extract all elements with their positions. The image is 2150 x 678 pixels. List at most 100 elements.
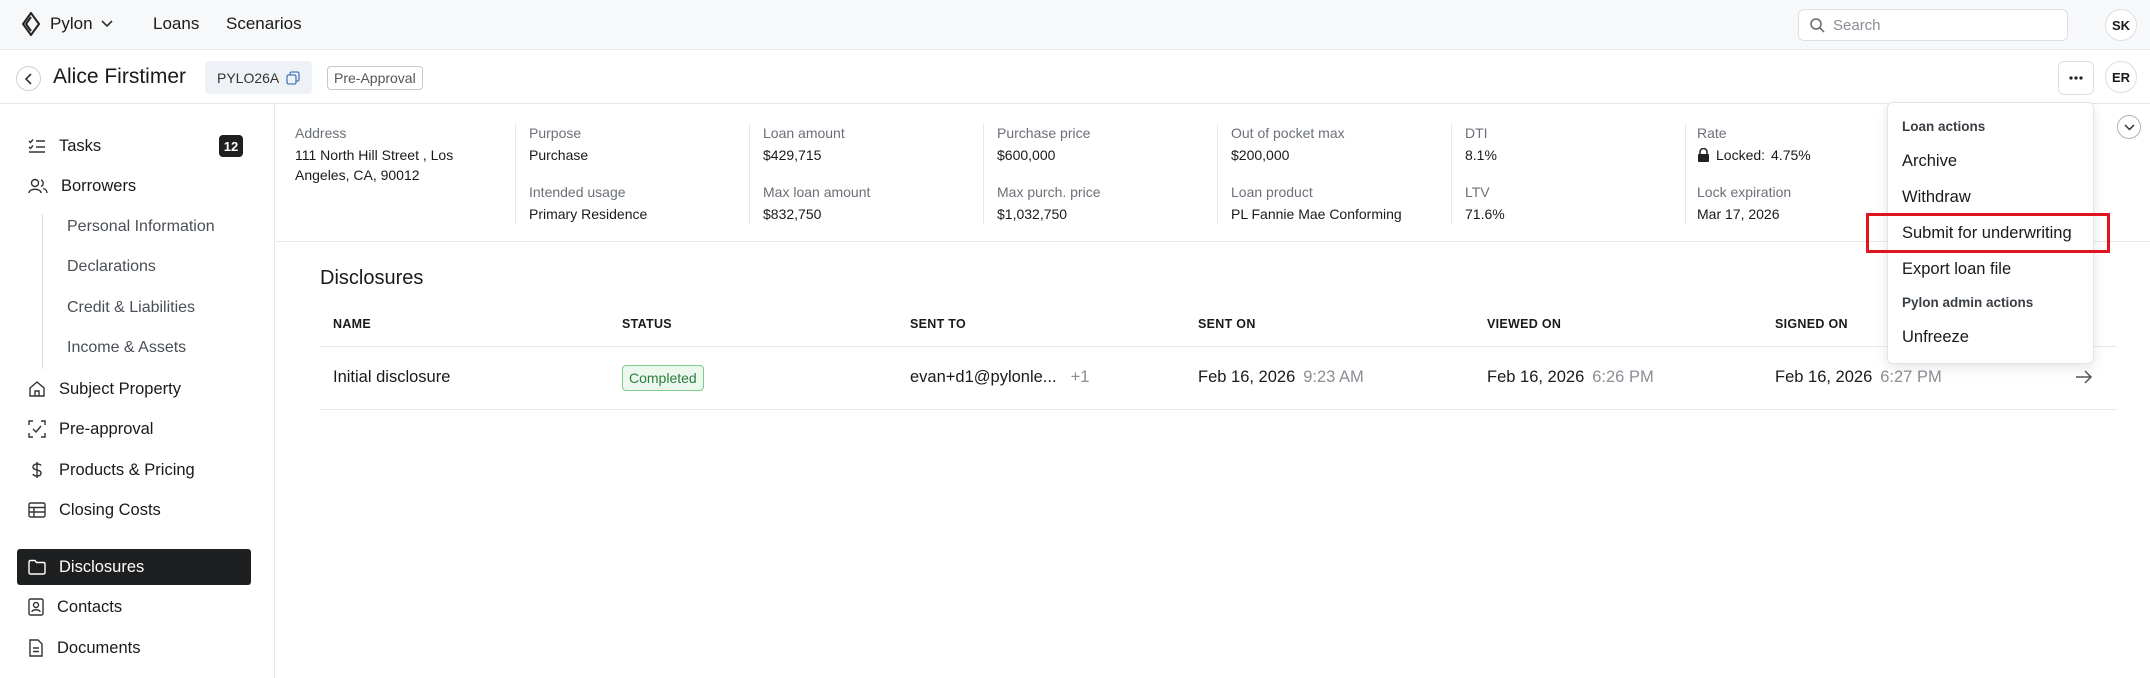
menu-section-header: Loan actions [1902, 119, 1986, 134]
summary-value: $200,000 [1231, 147, 1290, 163]
viewed-on-date: Feb 16, 2026 [1487, 368, 1585, 386]
assignee-avatar[interactable]: ER [2105, 61, 2137, 93]
divider [515, 124, 516, 224]
sidebar-item-pre-approval[interactable]: Pre-approval [17, 411, 251, 447]
divider [749, 124, 750, 224]
user-avatar[interactable]: SK [2105, 9, 2137, 41]
nav-scenarios[interactable]: Scenarios [226, 14, 302, 34]
status-badge: Completed [622, 365, 704, 391]
sent-to-cell: evan+d1@pylonle... +1 [910, 368, 1089, 387]
menu-item-export-loan-file[interactable]: Export loan file [1902, 260, 2011, 279]
sidebar-item-borrowers[interactable]: Borrowers [17, 168, 251, 204]
signed-on-date: Feb 16, 2026 [1775, 368, 1873, 386]
chevron-left-icon [24, 72, 34, 85]
sidebar-item-contacts[interactable]: Contacts [17, 589, 251, 625]
submenu-rail [42, 214, 43, 369]
sidebar: Tasks 12 Borrowers Personal Information … [0, 104, 275, 678]
divider [1685, 124, 1686, 224]
summary-value: Primary Residence [529, 206, 648, 222]
rate-value: 4.75% [1771, 147, 1811, 163]
summary-label: Intended usage [529, 184, 626, 200]
summary-value: 71.6% [1465, 206, 1505, 222]
table-header-divider [320, 346, 2117, 347]
stage-badge: Pre-Approval [327, 66, 423, 90]
app-switcher[interactable]: Pylon [20, 12, 113, 36]
sidebar-subitem-personal-information[interactable]: Personal Information [67, 218, 215, 236]
sidebar-item-label: Borrowers [61, 176, 137, 195]
sent-to-extra-count[interactable]: +1 [1071, 368, 1090, 387]
menu-item-unfreeze[interactable]: Unfreeze [1902, 328, 1969, 347]
search-input[interactable] [1833, 16, 2053, 34]
contact-book-icon [28, 598, 44, 616]
summary-out-of-pocket: Out of pocket max $200,000 Loan product … [1231, 124, 1441, 224]
summary-collapse-button[interactable] [2117, 115, 2141, 139]
summary-label: Out of pocket max [1231, 125, 1345, 141]
summary-value: $832,750 [763, 206, 822, 222]
summary-label: DTI [1465, 125, 1488, 141]
viewed-on-time: 6:26 PM [1592, 368, 1654, 386]
search-icon [1809, 17, 1825, 33]
summary-label: Max loan amount [763, 184, 871, 200]
viewed-on-cell: Feb 16, 2026 6:26 PM [1487, 368, 1654, 387]
signed-on-cell: Feb 16, 2026 6:27 PM [1775, 368, 1942, 387]
table-icon [28, 502, 46, 518]
summary-value: $1,032,750 [997, 206, 1068, 222]
loan-id: PYLO26A [217, 69, 280, 86]
borrower-name: Alice Firstimer [53, 65, 187, 88]
home-icon [28, 380, 46, 398]
copy-icon[interactable] [286, 70, 300, 85]
summary-label: LTV [1465, 184, 1490, 200]
sidebar-item-disclosures[interactable]: Disclosures [17, 549, 251, 585]
app-name: Pylon [50, 14, 93, 33]
summary-value: 111 North Hill Street , Los Angeles, CA,… [295, 147, 454, 183]
table-row-divider [320, 409, 2117, 410]
disclosure-name: Initial disclosure [333, 368, 451, 386]
divider [1451, 124, 1452, 224]
sidebar-item-subject-property[interactable]: Subject Property [17, 371, 251, 407]
rate-value-row: Locked: 4.75% [1697, 145, 1877, 165]
menu-item-withdraw[interactable]: Withdraw [1902, 188, 1971, 207]
top-bar: Pylon Loans Scenarios SK [0, 0, 2150, 50]
search-box[interactable] [1798, 9, 2068, 41]
sent-on-date: Feb 16, 2026 [1198, 368, 1296, 386]
sidebar-subitem-declarations[interactable]: Declarations [67, 258, 156, 276]
menu-section-header: Pylon admin actions [1902, 295, 2034, 310]
column-header-viewed-on: VIEWED ON [1487, 317, 1562, 331]
summary-value: $600,000 [997, 147, 1056, 163]
column-header-status: STATUS [622, 317, 672, 331]
nav-loans[interactable]: Loans [153, 14, 199, 34]
summary-label: Max purch. price [997, 184, 1101, 200]
summary-value: $429,715 [763, 147, 822, 163]
sidebar-item-label: Contacts [57, 597, 123, 616]
sent-on-cell: Feb 16, 2026 9:23 AM [1198, 368, 1364, 387]
chevron-down-icon [100, 20, 113, 28]
sidebar-item-products-pricing[interactable]: Products & Pricing [17, 452, 251, 488]
sidebar-item-documents[interactable]: Documents [17, 630, 251, 666]
summary-label: Purchase price [997, 125, 1091, 141]
sidebar-item-closing-costs[interactable]: Closing Costs [17, 492, 251, 528]
users-icon [28, 178, 48, 194]
sidebar-subitem-credit-liabilities[interactable]: Credit & Liabilities [67, 299, 195, 317]
summary-value: Mar 17, 2026 [1697, 206, 1780, 222]
back-button[interactable] [16, 66, 41, 91]
column-header-sent-to: SENT TO [910, 317, 967, 331]
lock-icon [1697, 148, 1710, 162]
sidebar-item-label: Documents [57, 638, 141, 657]
tasks-list-icon [28, 138, 46, 154]
sidebar-item-label: Tasks [59, 136, 102, 155]
more-actions-button[interactable] [2058, 61, 2094, 95]
sidebar-item-label: Disclosures [59, 557, 145, 576]
summary-label: Loan product [1231, 184, 1313, 200]
sidebar-item-label: Closing Costs [59, 500, 161, 519]
sidebar-subitem-income-assets[interactable]: Income & Assets [67, 339, 186, 357]
chevron-down-icon [2123, 123, 2135, 131]
divider [1217, 124, 1218, 224]
column-header-sent-on: SENT ON [1198, 317, 1256, 331]
divider [983, 124, 984, 224]
loan-id-badge[interactable]: PYLO26A [205, 61, 313, 94]
sidebar-item-tasks[interactable]: Tasks 12 [17, 128, 251, 164]
arrow-right-icon[interactable] [2075, 370, 2093, 384]
sent-on-time: 9:23 AM [1303, 368, 1364, 386]
menu-item-archive[interactable]: Archive [1902, 152, 1957, 171]
summary-value: Purchase [529, 147, 589, 163]
